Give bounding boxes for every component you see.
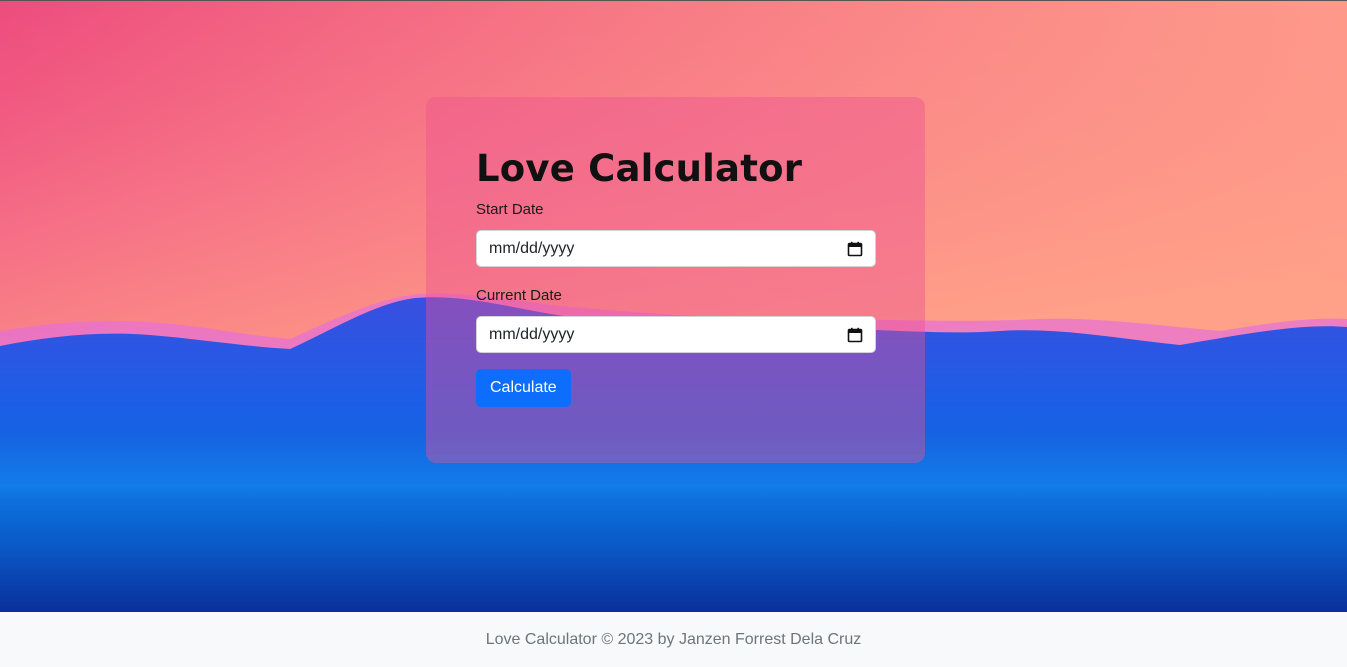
calendar-icon[interactable] — [847, 327, 863, 343]
hero-background: Love Calculator Start Date mm/dd/yyyy Cu… — [0, 0, 1347, 612]
calendar-icon[interactable] — [847, 241, 863, 257]
start-date-input[interactable]: mm/dd/yyyy — [476, 230, 876, 267]
start-date-label: Start Date — [476, 201, 544, 218]
calculate-button[interactable]: Calculate — [476, 369, 571, 407]
page-title: Love Calculator — [476, 147, 803, 190]
start-date-placeholder: mm/dd/yyyy — [489, 239, 575, 257]
current-date-label: Current Date — [476, 287, 562, 304]
current-date-placeholder: mm/dd/yyyy — [489, 325, 575, 343]
footer: Love Calculator © 2023 by Janzen Forrest… — [0, 612, 1347, 667]
footer-credit: Love Calculator © 2023 by Janzen Forrest… — [485, 630, 862, 648]
calculator-card: Love Calculator Start Date mm/dd/yyyy Cu… — [426, 97, 925, 463]
current-date-input[interactable]: mm/dd/yyyy — [476, 316, 876, 353]
